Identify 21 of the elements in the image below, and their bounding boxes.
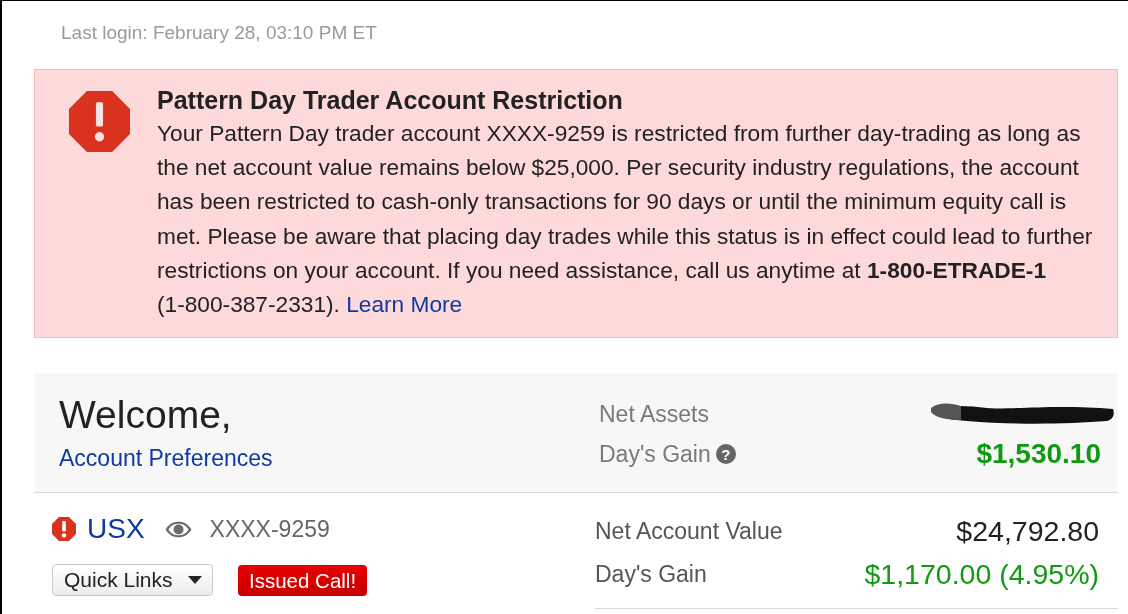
exclamation-octagon-icon <box>69 91 130 152</box>
account-name-link[interactable]: USX <box>87 513 145 546</box>
account-number: XXXX-9259 <box>209 515 330 543</box>
welcome-heading: Welcome, <box>59 392 232 439</box>
metric-value: $1,170.00 (4.95%) <box>864 558 1099 592</box>
days-gain-value: $1,530.10 <box>976 438 1101 471</box>
net-assets-label: Net Assets <box>599 400 709 428</box>
issued-call-badge: Issued Call! <box>238 564 368 596</box>
alert-message: Your Pattern Day trader account XXXX-9259 is restricted from further day-trading as long as the net account value remains below $25,000. Per security industry regulations, the account has been restricted to cash-only transactions for 90 days or until the minimum equity call is met. Please be aware that placing day trades while this status is in effect could lead to further restrictions on your account. If you need assistance, call us anytime at 1-800-ETRADE-1 (1-800-387-2331). Learn More <box>157 119 1094 319</box>
caret-icon <box>188 576 202 585</box>
help-icon[interactable]: ? <box>715 444 736 465</box>
quick-links-dropdown[interactable]: Quick Links <box>52 564 213 597</box>
last-login-text: Last login: February 28, 03:10 PM ET <box>60 21 378 45</box>
metric-label: Day's Gain <box>595 561 707 589</box>
days-gain-label: Day's Gain <box>599 440 711 468</box>
alert-title: Pattern Day Trader Account Restriction <box>157 85 624 116</box>
eye-icon[interactable] <box>164 520 192 538</box>
metric-value: $24,792.80 <box>956 515 1099 549</box>
learn-more-link[interactable]: Learn More <box>346 291 463 317</box>
metric-label: Net Account Value <box>595 518 783 546</box>
account-preferences-link[interactable]: Account Preferences <box>59 444 273 473</box>
